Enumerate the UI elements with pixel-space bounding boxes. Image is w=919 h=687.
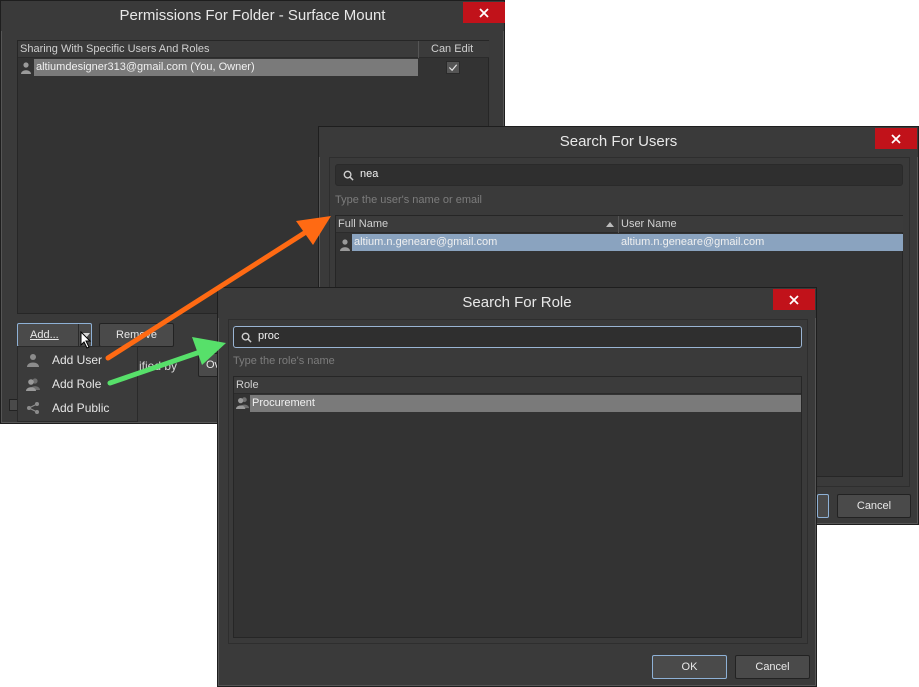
menu-item-add-user[interactable]: Add User — [18, 348, 137, 372]
role-results-table: Role Procurement — [233, 376, 802, 638]
close-icon — [789, 294, 799, 305]
role-search-value: proc — [258, 330, 280, 342]
add-button-label: Add... — [30, 329, 59, 341]
user-icon — [340, 236, 350, 254]
users-search-value: nea — [360, 168, 379, 180]
table-row[interactable]: altiumdesigner313@gmail.com (You, Owner) — [18, 59, 489, 76]
table-row[interactable]: Procurement — [250, 395, 801, 412]
share-user-cell: altiumdesigner313@gmail.com (You, Owner) — [34, 59, 418, 76]
role-icon — [26, 378, 40, 391]
can-edit-checkbox[interactable] — [446, 61, 460, 74]
permissions-title: Permissions For Folder - Surface Mount — [119, 7, 386, 24]
remove-button[interactable]: Remove — [99, 323, 174, 347]
share-icon — [27, 402, 39, 414]
users-search-hint: Type the user's name or email — [335, 194, 483, 206]
role-cancel-button[interactable]: Cancel — [735, 655, 810, 679]
user-name-cell: altium.n.geneare@gmail.com — [621, 236, 765, 248]
users-cancel-button[interactable]: Cancel — [837, 494, 911, 518]
close-icon — [891, 133, 901, 144]
role-search-hint: Type the role's name — [233, 355, 335, 367]
role-title: Search For Role — [462, 294, 572, 311]
role-close-button[interactable] — [773, 289, 815, 310]
modified-by-label: ified by — [139, 359, 178, 373]
full-name-header-label: Full Name — [338, 218, 389, 230]
menu-item-label: Add Public — [52, 401, 110, 415]
close-icon — [479, 7, 489, 18]
user-icon — [27, 354, 39, 367]
users-close-button[interactable] — [875, 128, 917, 149]
checkmark-icon — [448, 64, 458, 72]
users-search-input[interactable]: nea — [335, 164, 903, 186]
mouse-cursor-icon — [80, 331, 92, 349]
sharing-column-header[interactable]: Sharing With Specific Users And Roles — [18, 41, 418, 58]
role-ok-button[interactable]: OK — [652, 655, 727, 679]
users-title: Search For Users — [559, 133, 678, 150]
role-icon — [236, 396, 249, 414]
menu-item-add-public[interactable]: Add Public — [18, 396, 137, 420]
role-cell: Procurement — [252, 397, 315, 409]
users-ok-button[interactable] — [817, 494, 829, 518]
full-name-column-header[interactable]: Full Name — [336, 216, 618, 233]
add-dropdown-menu: Add User Add Role Add Public — [17, 346, 138, 422]
search-role-dialog: Search For Role proc Type the role's nam… — [217, 287, 817, 687]
menu-item-add-role[interactable]: Add Role — [18, 372, 137, 396]
users-titlebar[interactable]: Search For Users — [319, 127, 918, 157]
permissions-titlebar[interactable]: Permissions For Folder - Surface Mount — [1, 1, 505, 31]
role-titlebar[interactable]: Search For Role — [218, 288, 816, 318]
sort-ascending-icon — [606, 222, 614, 227]
user-icon — [21, 61, 31, 78]
permissions-close-button[interactable] — [463, 2, 505, 23]
table-row[interactable]: altium.n.geneare@gmail.com altium.n.gene… — [352, 234, 903, 251]
role-search-input[interactable]: proc — [233, 326, 802, 348]
user-name-column-header[interactable]: User Name — [619, 216, 903, 233]
search-icon — [241, 332, 252, 343]
menu-item-label: Add User — [52, 353, 103, 367]
header-divider — [418, 41, 419, 58]
role-column-header[interactable]: Role — [234, 377, 801, 394]
search-icon — [343, 170, 354, 181]
full-name-cell: altium.n.geneare@gmail.com — [354, 236, 498, 248]
menu-item-label: Add Role — [52, 377, 102, 391]
can-edit-column-header[interactable]: Can Edit — [418, 41, 489, 58]
